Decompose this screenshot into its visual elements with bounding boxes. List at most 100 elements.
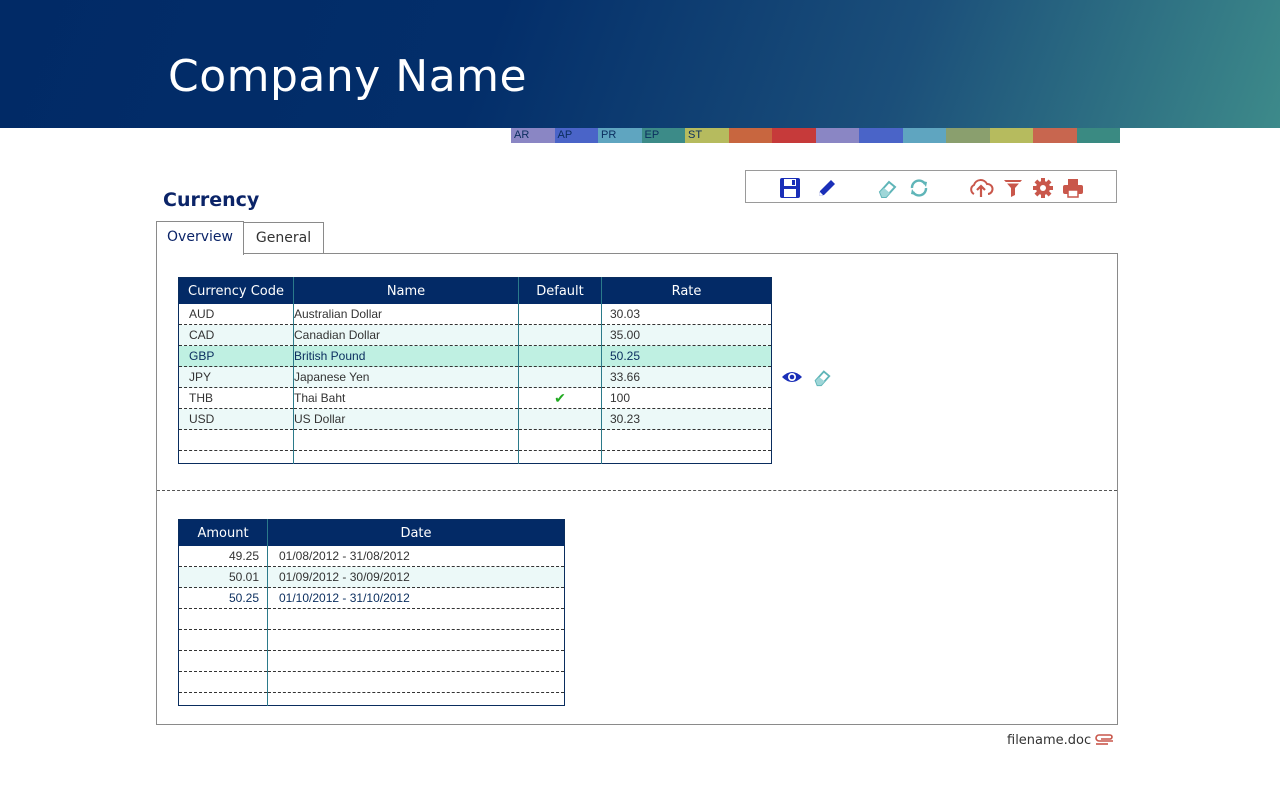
empty-cell — [178, 671, 268, 693]
filter-icon[interactable] — [1002, 177, 1024, 199]
history-row[interactable]: 50.25 01/10/2012 - 31/10/2012 — [178, 587, 565, 609]
module-tab[interactable] — [815, 128, 859, 143]
column-header-name[interactable]: Name — [293, 277, 519, 304]
tab-general[interactable]: General — [243, 222, 324, 254]
empty-cell — [293, 450, 519, 464]
module-tab[interactable] — [902, 128, 946, 143]
row-eraser-icon[interactable] — [812, 367, 832, 387]
currency-code-cell: AUD — [178, 304, 294, 325]
empty-row[interactable] — [178, 650, 565, 672]
empty-cell — [178, 629, 268, 651]
upload-icon[interactable] — [968, 177, 994, 199]
empty-cell — [178, 608, 268, 630]
currency-name-cell: US Dollar — [293, 408, 519, 430]
module-tab[interactable] — [1076, 128, 1120, 143]
empty-cell — [602, 451, 772, 464]
section-divider — [157, 490, 1117, 491]
settings-icon[interactable] — [1032, 177, 1054, 199]
history-date-cell: 01/10/2012 - 31/10/2012 — [267, 587, 565, 609]
empty-row[interactable] — [178, 692, 565, 706]
currency-row[interactable]: THB Thai Baht ✔ 100 — [178, 387, 772, 409]
empty-cell — [178, 650, 268, 672]
company-name: Company Name — [168, 51, 528, 102]
empty-cell — [518, 450, 602, 464]
module-strip: AR AP PR EP ST — [511, 128, 1120, 143]
currency-rate-cell: 33.66 — [601, 366, 772, 388]
currency-code-cell: GBP — [178, 345, 294, 367]
currency-default-cell — [518, 408, 602, 430]
currency-code-cell: THB — [178, 387, 294, 409]
empty-cell — [178, 692, 268, 706]
empty-cell — [268, 693, 565, 706]
module-tab[interactable] — [946, 128, 990, 143]
module-tab[interactable] — [859, 128, 903, 143]
currency-rate-cell: 30.03 — [601, 304, 772, 325]
edit-icon[interactable] — [816, 177, 838, 199]
empty-cell — [267, 671, 565, 693]
empty-row[interactable] — [178, 429, 772, 451]
column-header-default[interactable]: Default — [518, 277, 602, 304]
history-date-cell: 01/09/2012 - 30/09/2012 — [267, 566, 565, 588]
empty-cell — [518, 429, 602, 451]
currency-row[interactable]: GBP British Pound 50.25 — [178, 345, 772, 367]
module-tab[interactable] — [989, 128, 1033, 143]
currency-code-cell: JPY — [178, 366, 294, 388]
tab-overview[interactable]: Overview — [156, 221, 244, 255]
column-header-currency-code[interactable]: Currency Code — [178, 277, 294, 304]
attachment-filename[interactable]: filename.doc — [1007, 733, 1091, 748]
empty-row[interactable] — [178, 608, 565, 630]
currency-rate-cell: 50.25 — [601, 345, 772, 367]
header-banner: Company Name — [0, 0, 1280, 128]
view-icon[interactable] — [781, 368, 803, 386]
paperclip-icon[interactable] — [1093, 733, 1115, 749]
currency-row[interactable]: CAD Canadian Dollar 35.00 — [178, 324, 772, 346]
empty-cell — [178, 450, 294, 464]
column-header-date[interactable]: Date — [267, 519, 565, 546]
currency-rate-cell: 35.00 — [601, 324, 772, 346]
history-amount-cell: 49.25 — [178, 546, 268, 567]
history-amount-cell: 50.01 — [178, 566, 268, 588]
empty-row[interactable] — [178, 629, 565, 651]
empty-cell — [178, 429, 294, 451]
empty-cell — [267, 608, 565, 630]
toolbar — [745, 170, 1117, 203]
module-tab[interactable]: EP — [641, 128, 685, 143]
column-header-amount[interactable]: Amount — [178, 519, 268, 546]
currency-name-cell: Australian Dollar — [293, 304, 519, 325]
rate-history-grid: Amount Date 49.25 01/08/2012 - 31/08/2012… — [178, 519, 565, 706]
empty-row[interactable] — [178, 671, 565, 693]
currency-name-cell: Japanese Yen — [293, 366, 519, 388]
module-tab[interactable]: AP — [554, 128, 598, 143]
currency-default-cell — [518, 304, 602, 325]
currency-rate-cell: 30.23 — [601, 408, 772, 430]
currency-code-cell: CAD — [178, 324, 294, 346]
module-tab[interactable]: AR — [511, 128, 555, 143]
print-icon[interactable] — [1062, 177, 1084, 199]
currency-code-cell: USD — [178, 408, 294, 430]
currency-grid: Currency Code Name Default Rate AUD Austr… — [178, 277, 772, 464]
history-row[interactable]: 50.01 01/09/2012 - 30/09/2012 — [178, 566, 565, 588]
currency-default-cell — [518, 324, 602, 346]
empty-cell — [267, 629, 565, 651]
history-row[interactable]: 49.25 01/08/2012 - 31/08/2012 — [178, 546, 565, 567]
history-date-cell: 01/08/2012 - 31/08/2012 — [267, 546, 565, 567]
empty-cell — [293, 429, 519, 451]
currency-row[interactable]: USD US Dollar 30.23 — [178, 408, 772, 430]
currency-default-cell — [518, 366, 602, 388]
empty-cell — [267, 650, 565, 672]
page-title: Currency — [163, 189, 260, 211]
currency-name-cell: British Pound — [293, 345, 519, 367]
refresh-icon[interactable] — [908, 177, 930, 199]
module-tab[interactable]: PR — [598, 128, 642, 143]
column-header-rate[interactable]: Rate — [601, 277, 772, 304]
eraser-icon[interactable] — [876, 177, 898, 199]
module-tab[interactable]: ST — [685, 128, 729, 143]
module-tab[interactable] — [728, 128, 772, 143]
module-tab[interactable] — [1033, 128, 1077, 143]
currency-row[interactable]: AUD Australian Dollar 30.03 — [178, 304, 772, 325]
currency-name-cell: Thai Baht — [293, 387, 519, 409]
module-tab[interactable] — [772, 128, 816, 143]
empty-row[interactable] — [178, 450, 772, 464]
save-icon[interactable] — [779, 177, 801, 199]
currency-row[interactable]: JPY Japanese Yen 33.66 — [178, 366, 772, 388]
